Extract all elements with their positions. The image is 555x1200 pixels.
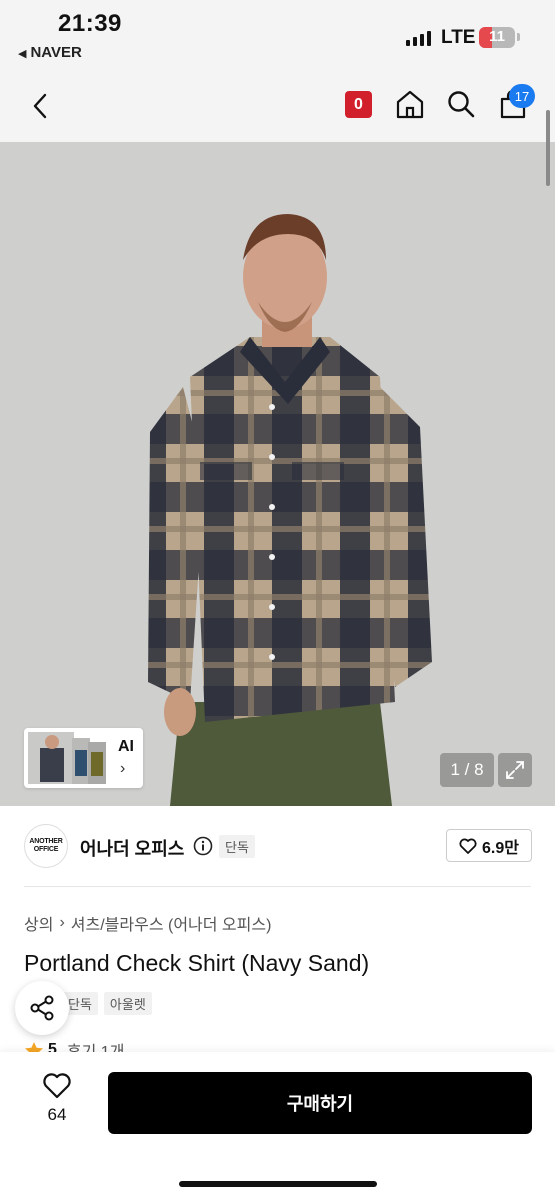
back-to-app-link[interactable]: ◀ NAVER <box>18 44 82 61</box>
product-tag: 아울렛 <box>103 992 152 1015</box>
brand-like-button[interactable]: 6.9만 <box>446 829 532 862</box>
chevron-right-icon: › <box>59 914 65 931</box>
home-icon <box>396 90 424 119</box>
breadcrumb: 상의 › 셔츠/블라우스 (어나더 오피스) <box>24 911 271 935</box>
cart-count-badge: 17 <box>509 84 535 108</box>
product-title: Portland Check Shirt (Navy Sand) <box>24 950 370 976</box>
ai-lookbook-card[interactable]: AI › <box>24 728 143 788</box>
brand-logo-line2: OFFICE <box>33 846 59 853</box>
brand-like-count: 6.9만 <box>482 839 519 857</box>
product-image[interactable] <box>0 142 555 806</box>
chevron-right-icon: › <box>120 760 126 777</box>
image-pager: 1 / 8 <box>440 753 494 787</box>
page-scrollbar[interactable] <box>546 110 550 186</box>
breadcrumb-item[interactable]: 셔츠/블라우스 (어나더 오피스) <box>71 911 272 935</box>
brand-logo-line1: ANOTHER <box>29 838 63 845</box>
wishlist-button[interactable]: 64 <box>30 1072 84 1125</box>
battery-percent: 11 <box>489 28 505 45</box>
brand-name[interactable]: 어나더 오피스 <box>80 835 184 861</box>
info-icon[interactable] <box>193 836 213 861</box>
signal-icon <box>406 30 431 46</box>
wishlist-count: 64 <box>47 1105 67 1124</box>
heart-icon <box>459 838 477 854</box>
expand-icon <box>506 761 524 779</box>
heart-icon <box>43 1073 71 1099</box>
search-icon <box>448 91 475 118</box>
buy-button[interactable]: 구매하기 <box>108 1072 532 1134</box>
event-badge-button[interactable]: 0 <box>345 91 372 118</box>
back-button[interactable] <box>22 88 58 124</box>
share-button[interactable] <box>15 981 69 1035</box>
home-indicator[interactable] <box>179 1181 377 1187</box>
back-app-label: NAVER <box>30 44 82 61</box>
search-button[interactable] <box>443 86 479 122</box>
exclusive-tag: 단독 <box>219 835 255 858</box>
breadcrumb-item[interactable]: 상의 <box>24 911 53 935</box>
brand-logo[interactable]: ANOTHER OFFICE <box>24 824 68 868</box>
chevron-left-icon <box>33 93 47 119</box>
battery-cap <box>517 33 520 41</box>
status-time: 21:39 <box>58 10 122 37</box>
model-photo <box>0 142 555 806</box>
share-icon <box>30 995 54 1021</box>
home-button[interactable] <box>392 86 428 122</box>
divider <box>24 886 531 887</box>
ai-label: AI <box>118 738 134 755</box>
battery-icon: 11 <box>479 27 515 48</box>
fullscreen-button[interactable] <box>498 753 532 787</box>
product-tags: 단독 아울렛 <box>62 992 152 1015</box>
network-label: LTE <box>441 27 476 48</box>
lookbook-thumbnails <box>28 732 106 784</box>
status-bar: 21:39 ◀ NAVER LTE 11 <box>0 0 555 80</box>
